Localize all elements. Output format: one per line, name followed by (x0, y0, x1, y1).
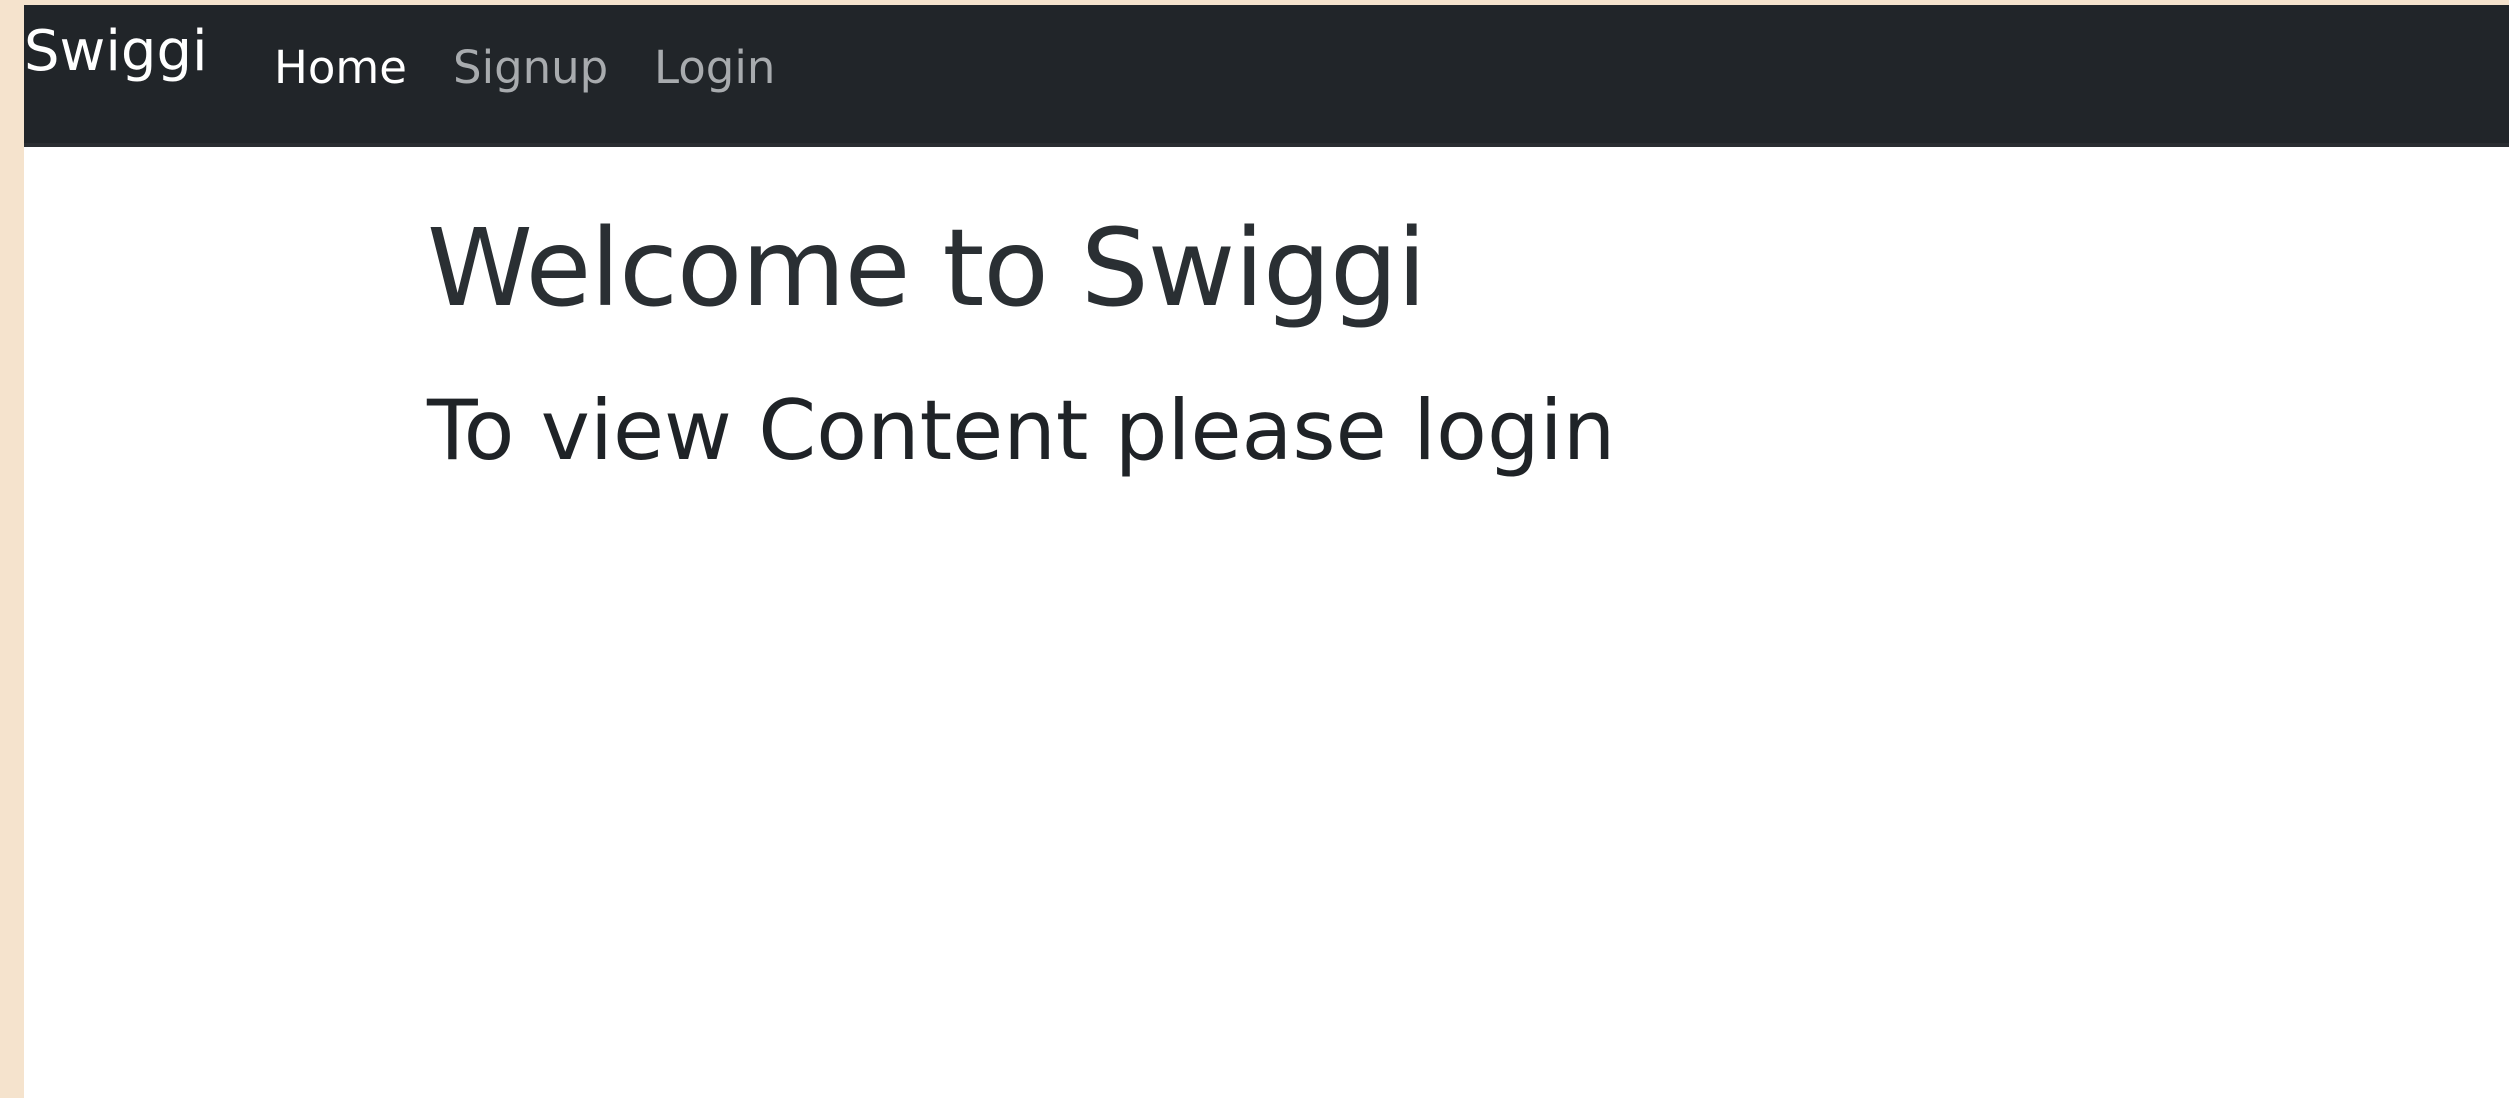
nav-link-signup[interactable]: Signup (453, 33, 608, 103)
page-title: Welcome to Swiggi (427, 207, 1427, 331)
brand-link[interactable]: Swiggi (24, 17, 208, 87)
nav-link-login[interactable]: Login (654, 33, 775, 103)
page: Swiggi Home Signup Login Welcome to Swig… (24, 5, 2509, 1098)
nav-link-home[interactable]: Home (274, 33, 407, 103)
top-navbar: Swiggi Home Signup Login (24, 5, 2509, 147)
login-prompt: To view Content please login (427, 382, 1616, 479)
